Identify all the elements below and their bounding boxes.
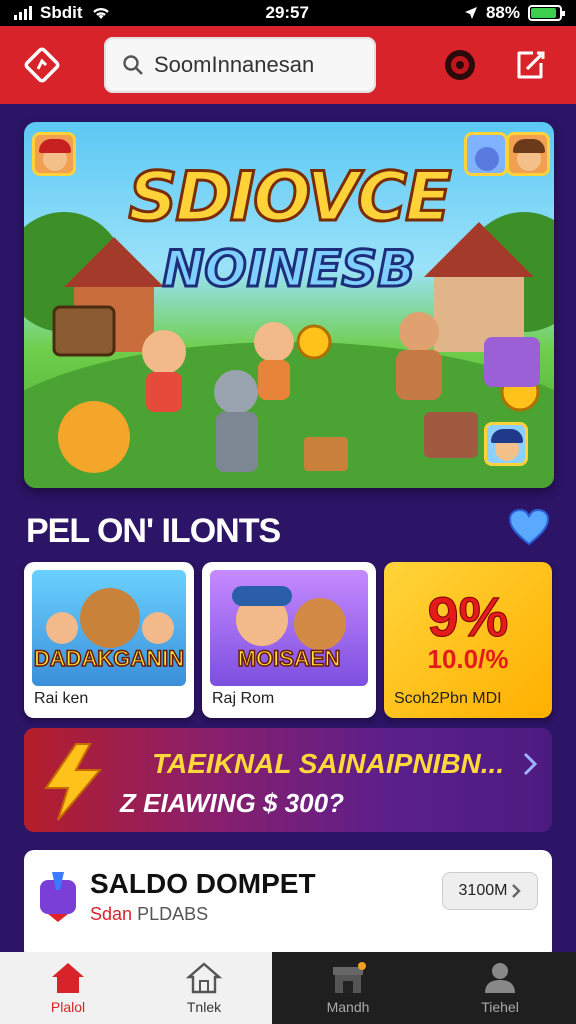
chevron-right-icon <box>512 884 522 898</box>
edit-icon <box>517 51 545 79</box>
search-bar[interactable]: SoomInnanesan <box>104 37 376 93</box>
profile-icon <box>485 963 515 993</box>
nav-tab-store-label: Mandh <box>326 999 370 1015</box>
edit-button[interactable] <box>506 41 554 89</box>
wallet-subtitle: Sdan PLDABS <box>90 904 208 925</box>
banner-title-line2: NOINESB <box>161 239 417 300</box>
wallet-balance-card[interactable]: SALDO DOMPET Sdan PLDABS 3100M <box>24 850 552 960</box>
player-avatar-right-2[interactable] <box>506 132 550 176</box>
location-icon <box>464 7 477 19</box>
diamond-logo-icon <box>24 47 60 83</box>
game-card-2[interactable]: MOISAEN Raj Rom <box>202 562 376 718</box>
nav-tab-home[interactable]: Plalol <box>0 952 136 1024</box>
clock: 29:57 <box>265 3 309 22</box>
promo-strip[interactable]: TAEIKNAL SAINAIPNIBN... Z EIAWING $ 300? <box>24 728 552 832</box>
search-text: SoomInnanesan <box>154 52 315 77</box>
wallet-subtitle-red: Sdan <box>90 904 133 924</box>
house-outline-icon <box>186 962 222 994</box>
nav-tab-home-label: Plalol <box>50 999 86 1015</box>
store-icon <box>333 962 366 993</box>
game-card-1-label: Rai ken <box>34 690 89 707</box>
wallet-amount-button[interactable]: 3100M <box>442 872 538 910</box>
lightning-icon <box>44 743 103 821</box>
game-card-2-label: Raj Rom <box>212 690 275 707</box>
promo-strip-line2: Z EIAWING $ 300? <box>120 788 344 818</box>
game-card-2-image: MOISAEN <box>210 570 368 686</box>
player-avatar-right-1[interactable] <box>464 132 508 176</box>
status-bar: Sbdit 29:57 88% <box>0 0 576 26</box>
promo-card-label: Scoh2Pbn MDI <box>394 690 502 707</box>
game-card-2-art-title: MOISAEN <box>237 645 341 672</box>
section-title: PEL ON' ILONTS <box>26 512 281 550</box>
wallet-title: SALDO DOMPET <box>90 868 316 899</box>
nav-tab-second-label: Tnlek <box>186 999 222 1015</box>
heart-icon[interactable] <box>508 508 550 546</box>
promo-card-rate: 10.0/% <box>427 644 509 674</box>
player-avatar-bottom[interactable] <box>484 422 528 466</box>
promo-card-discount: 9% <box>427 585 509 649</box>
wallet-amount: 3100M <box>458 882 508 899</box>
wallet-subtitle-text: PLDABS <box>137 904 209 924</box>
game-card-1-image: DADAKGANIN <box>32 570 186 686</box>
nav-tab-profile-label: Tiehel <box>481 999 519 1015</box>
promo-card[interactable]: 9% 10.0/% Scoh2Pbn MDI <box>384 562 552 718</box>
carrier-label: Sbdit <box>40 3 83 22</box>
signal-icon <box>14 6 32 20</box>
nav-tab-profile[interactable]: Tiehel <box>424 952 576 1024</box>
battery-icon <box>527 5 565 21</box>
promo-strip-line1: TAEIKNAL SAINAIPNIBN... <box>152 748 505 779</box>
nav-tab-store[interactable]: Mandh <box>272 952 424 1024</box>
home-icon <box>52 963 84 993</box>
battery-percent: 88% <box>485 3 520 22</box>
featured-game-banner[interactable]: SDIOVCE NOINESB <box>24 122 554 488</box>
player-avatar-left[interactable] <box>32 132 76 176</box>
record-button[interactable] <box>436 41 484 89</box>
record-icon <box>445 50 475 80</box>
chevron-right-icon <box>523 752 538 776</box>
app-logo-button[interactable] <box>18 41 66 89</box>
wallet-icon <box>40 872 76 922</box>
bottom-navigation: Plalol Tnlek Mandh Tiehel <box>0 952 576 1024</box>
nav-tab-second[interactable]: Tnlek <box>136 952 272 1024</box>
wifi-icon <box>92 7 109 19</box>
game-card-1[interactable]: DADAKGANIN Rai ken <box>24 562 194 718</box>
search-icon <box>123 55 143 75</box>
game-card-1-art-title: DADAKGANIN <box>33 645 185 672</box>
app-header: SoomInnanesan <box>0 26 576 104</box>
